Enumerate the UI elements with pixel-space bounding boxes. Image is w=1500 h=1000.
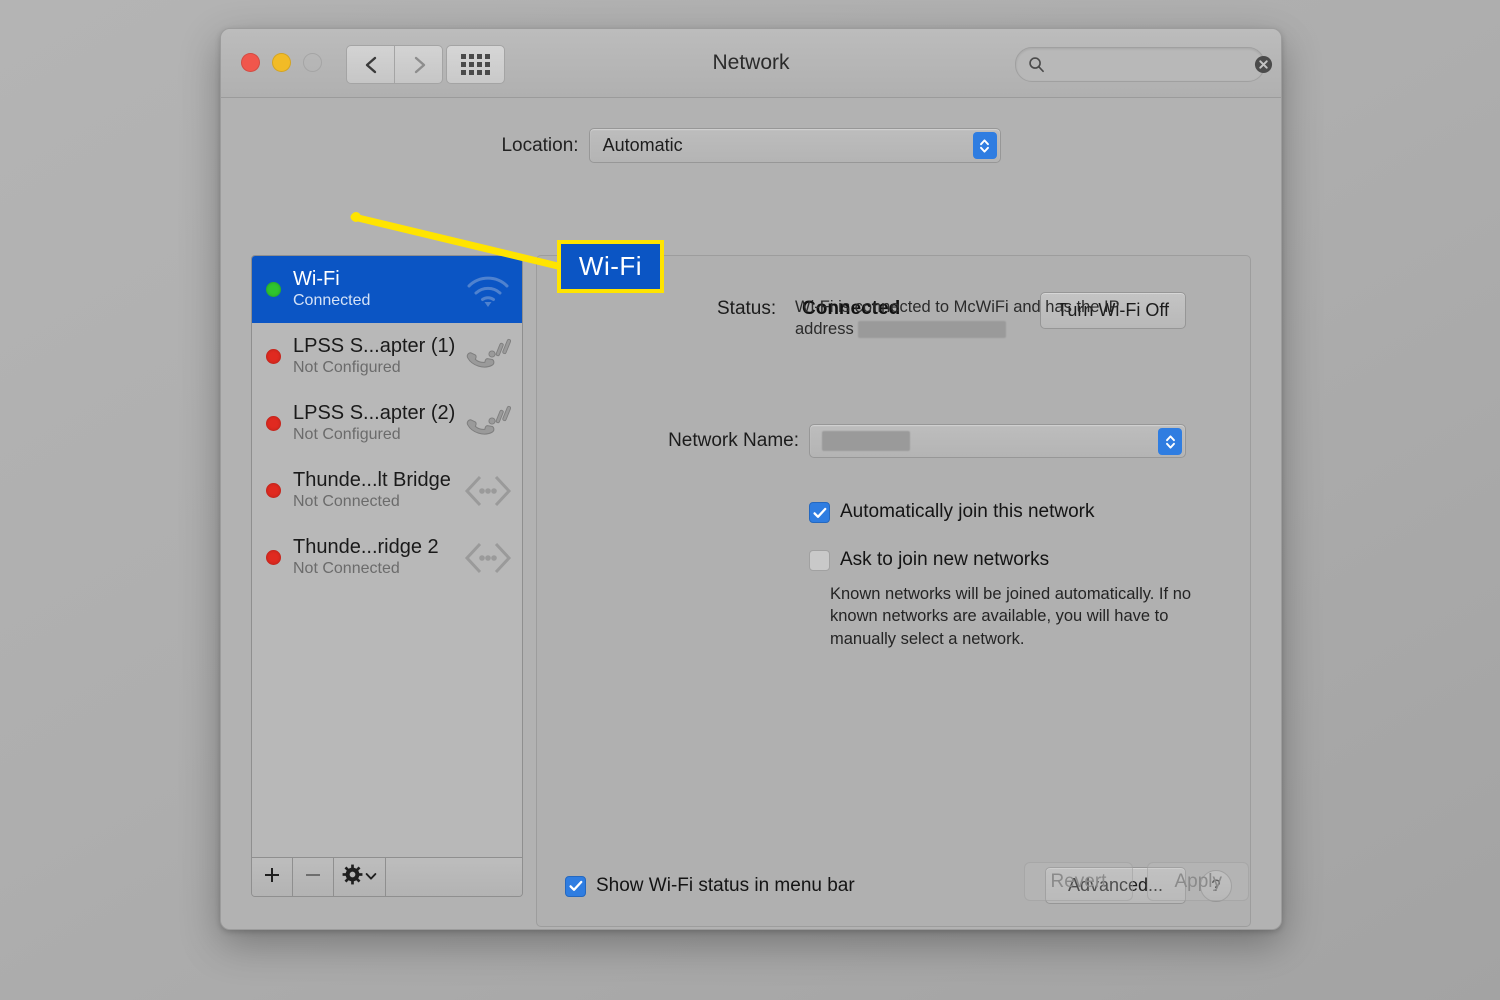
auto-join-checkbox[interactable] (809, 502, 830, 523)
network-services-sidebar: Wi-Fi Connected LPSS S...apter (1) Not C… (251, 255, 523, 897)
service-row-lpss-2[interactable]: LPSS S...apter (2) Not Configured (252, 390, 522, 457)
service-name: Wi-Fi (293, 268, 340, 290)
service-status: Not Configured (293, 359, 401, 376)
service-name: Thunde...lt Bridge (293, 469, 451, 491)
modem-icon (460, 404, 516, 444)
revert-label: Revert (1050, 870, 1107, 892)
sidebar-toolbar (252, 857, 522, 896)
location-stepper-icon[interactable] (972, 132, 997, 159)
service-name: LPSS S...apter (1) (293, 335, 456, 357)
show-wifi-status-checkbox[interactable] (565, 875, 586, 897)
service-name: Thunde...ridge 2 (293, 536, 439, 558)
status-dot-red (266, 550, 281, 565)
auto-join-label: Automatically join this network (840, 501, 1095, 522)
status-label: Status: (717, 298, 777, 319)
ask-join-label: Ask to join new networks (840, 549, 1050, 570)
footer-buttons: Revert Apply (1023, 862, 1249, 901)
apply-label: Apply (1174, 870, 1222, 892)
gear-icon (342, 864, 363, 890)
service-status: Not Connected (293, 493, 400, 510)
search-field[interactable] (1015, 47, 1273, 82)
status-dot-red (266, 416, 281, 431)
network-services-list: Wi-Fi Connected LPSS S...apter (1) Not C… (252, 256, 522, 857)
search-icon (1028, 56, 1045, 73)
wifi-settings-panel: Status: Connected Turn Wi-Fi Off Wi-Fi i… (536, 255, 1251, 927)
location-label: Location: (501, 134, 579, 156)
service-status: Not Connected (293, 560, 400, 577)
network-preferences-window: Network Location: Automatic Wi-Fi Connec… (220, 28, 1282, 930)
service-row-lpss-1[interactable]: LPSS S...apter (1) Not Configured (252, 323, 522, 390)
network-name-stepper-icon[interactable] (1158, 428, 1182, 455)
location-popup-button[interactable]: Automatic (588, 128, 1001, 163)
location-value: Automatic (602, 135, 683, 155)
status-dot-green (266, 282, 281, 297)
service-status: Connected (293, 292, 371, 309)
service-name: LPSS S...apter (2) (293, 402, 456, 424)
show-wifi-status-checkbox-row[interactable]: Show Wi-Fi status in menu bar (565, 875, 855, 897)
ask-join-checkbox-row[interactable]: Ask to join new networks (809, 549, 1049, 571)
service-status: Not Configured (293, 426, 401, 443)
network-name-popup-button[interactable] (809, 424, 1186, 458)
chevron-down-icon (365, 868, 377, 886)
clear-search-icon[interactable] (1254, 55, 1273, 74)
service-row-thunderbolt-bridge[interactable]: Thunde...lt Bridge Not Connected (252, 457, 522, 524)
modem-icon (460, 337, 516, 377)
status-dot-red (266, 349, 281, 364)
thunderbolt-bridge-icon (460, 541, 516, 575)
service-row-wifi[interactable]: Wi-Fi Connected (252, 256, 522, 323)
apply-button[interactable]: Apply (1147, 862, 1249, 901)
wifi-icon (460, 272, 516, 308)
thunderbolt-bridge-icon (460, 474, 516, 508)
join-help-text: Known networks will be joined automatica… (830, 585, 1192, 648)
network-name-label: Network Name: (668, 430, 799, 451)
callout-label: Wi-Fi (578, 251, 643, 281)
status-description: Wi-Fi is connected to McWiFi and has the… (795, 296, 1175, 341)
redacted-network-name (822, 431, 910, 451)
plus-icon (262, 865, 282, 890)
add-service-button[interactable] (252, 858, 293, 896)
service-actions-button[interactable] (334, 858, 386, 896)
minus-icon (303, 865, 323, 890)
status-dot-red (266, 483, 281, 498)
window-content: Location: Automatic Wi-Fi Connected LPSS… (221, 98, 1281, 929)
service-row-thunderbolt-bridge-2[interactable]: Thunde...ridge 2 Not Connected (252, 524, 522, 591)
ask-join-checkbox[interactable] (809, 550, 830, 571)
show-wifi-status-label: Show Wi-Fi status in menu bar (596, 874, 855, 896)
window-titlebar: Network (221, 29, 1281, 98)
location-row: Location: Automatic (221, 128, 1281, 163)
revert-button[interactable]: Revert (1023, 862, 1134, 901)
remove-service-button[interactable] (293, 858, 334, 896)
auto-join-checkbox-row[interactable]: Automatically join this network (809, 501, 1095, 523)
search-input[interactable] (1045, 56, 1254, 73)
callout-box-wifi: Wi-Fi (557, 240, 664, 293)
redacted-ip-address (858, 321, 1007, 339)
